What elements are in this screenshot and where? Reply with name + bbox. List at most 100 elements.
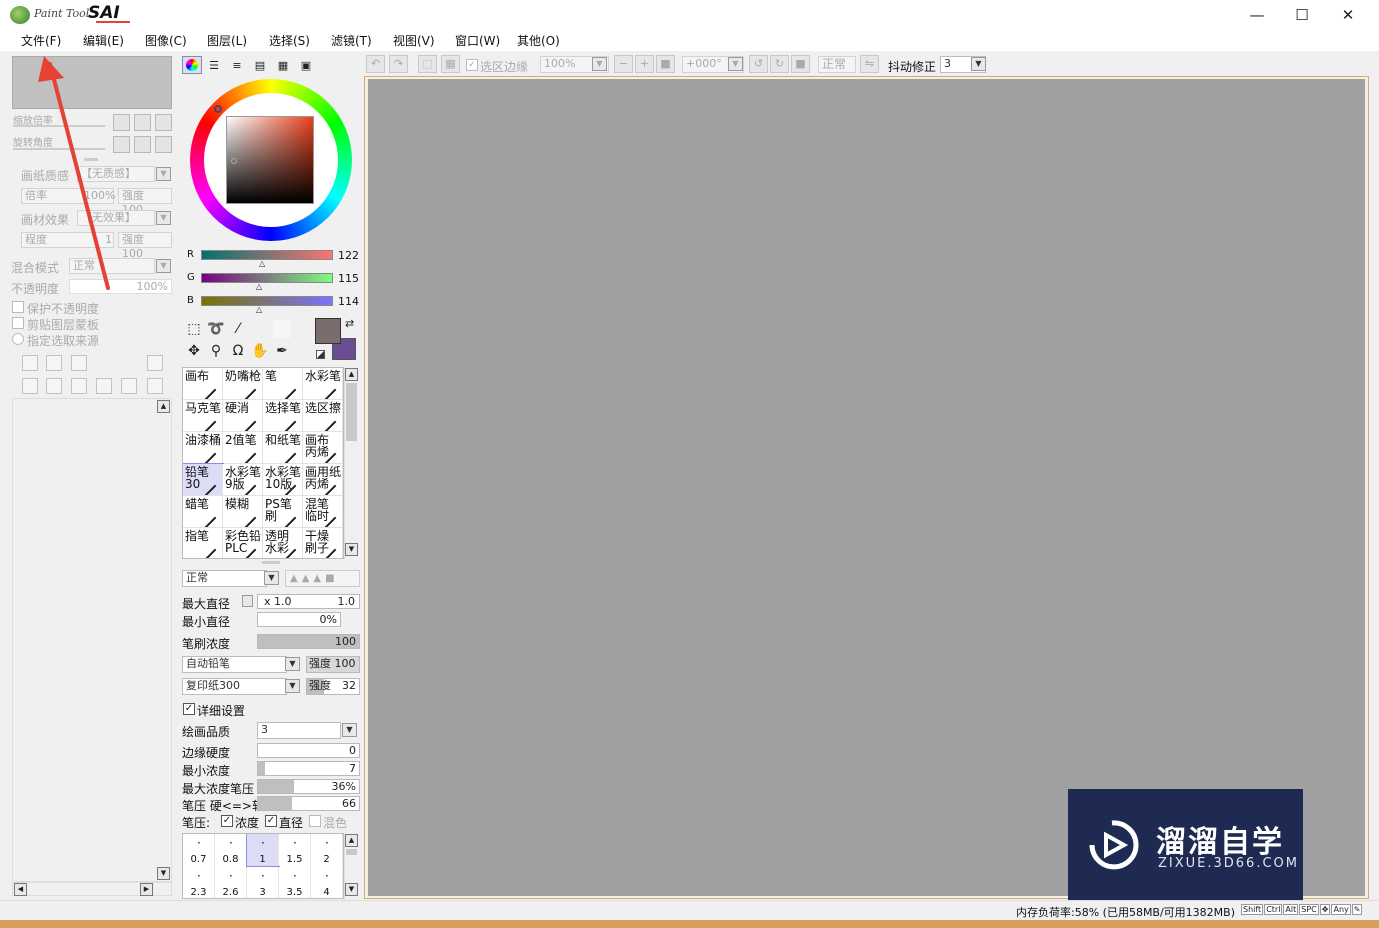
brush-size-0-3[interactable]: 1.5 [279,834,311,866]
chevron-down-icon[interactable]: ▼ [264,571,279,585]
brush-size-0-4[interactable]: 2 [311,834,343,866]
swap-colors-icon[interactable]: ⇄ [345,317,354,330]
palette-grid-icon[interactable]: ▦ [274,57,292,75]
brush-size-1-0[interactable]: 2.3 [183,867,215,898]
reset-colors-icon[interactable] [316,350,325,359]
rotate-reset-icon[interactable]: ■ [791,55,810,73]
swatch-bar-icon[interactable]: ▤ [251,57,269,75]
brush-blend-select[interactable]: 正常 [182,570,267,587]
layer-mask-icon[interactable] [147,355,163,371]
chevron-down-icon[interactable]: ▼ [971,57,986,71]
chevron-down-icon[interactable]: ▼ [728,57,743,71]
deselect-icon[interactable]: ⬚ [418,55,437,73]
redo-icon[interactable]: ↷ [389,55,408,73]
brush-size-0-2[interactable]: 1 [246,834,280,867]
foreground-color-swatch[interactable] [315,318,341,344]
zoom-reset-button[interactable] [155,114,172,131]
min-diameter-slider[interactable]: 0% [257,612,341,627]
scroll-up-icon[interactable]: ▲ [345,368,358,381]
scroll-up-icon[interactable]: ▲ [157,400,170,413]
detail-settings-checkbox[interactable]: ✓ [183,703,195,715]
selection-edge-checkbox[interactable]: ✓ [466,59,478,71]
zoom-icon[interactable]: ⚲ [207,342,225,360]
menu-other[interactable]: 其他(O) [517,32,560,49]
brush-size-0-0[interactable]: 0.7 [183,834,215,866]
delete-layer-icon[interactable] [96,378,112,394]
invert-selection-icon[interactable]: ▦ [441,55,460,73]
rgb-sliders-icon[interactable]: ☰ [205,57,223,75]
menu-edit[interactable]: 编辑(E) [83,32,124,49]
quality-select[interactable]: 3 [257,722,341,739]
tool-1-1[interactable]: 硬消 [223,400,263,432]
protect-opacity-checkbox[interactable] [12,301,24,313]
tool-3-0[interactable]: 铅笔30 [183,463,224,497]
chevron-down-icon[interactable]: ▼ [342,723,357,737]
zoom-fit-icon[interactable]: ■ [656,55,675,73]
tool-3-1[interactable]: 水彩笔 9版 [223,464,263,496]
tool-0-1[interactable]: 奶嘴枪 [223,368,263,400]
tool-5-3[interactable]: 干燥 刷子 [303,528,343,558]
edge-hardness-slider[interactable]: 0 [257,743,360,758]
menu-view[interactable]: 视图(V) [393,32,435,49]
tool-5-0[interactable]: 指笔 [183,528,223,558]
scroll-thumb[interactable] [346,849,357,855]
chevron-down-icon[interactable]: ▼ [285,657,300,671]
hsv-sliders-icon[interactable]: ≡ [228,57,246,75]
max-diameter-slider[interactable]: x 1.0 1.0 [257,594,360,609]
rotate-reset-button[interactable] [155,136,172,153]
menu-select[interactable]: 选择(S) [269,32,310,49]
new-pen-layer-icon[interactable] [46,355,62,371]
shape-strength-slider[interactable]: 强度 100 [306,656,360,673]
strength-field[interactable]: 强度 100 [118,188,172,216]
eyedropper-icon[interactable]: ✒ [273,342,291,360]
menu-window[interactable]: 窗口(W) [455,32,500,49]
panel-splitter[interactable] [262,561,280,564]
brush-texture-select[interactable]: 复印纸300 [182,678,287,695]
chevron-down-icon[interactable]: ▼ [156,211,171,225]
pressure-softness-slider[interactable]: 66 [257,796,360,811]
tool-3-3[interactable]: 画用纸 丙烯 [303,464,343,496]
brush-shape-select[interactable]: 自动铅笔 [182,656,287,673]
tool-4-0[interactable]: 蜡笔 [183,496,223,528]
tool-1-2[interactable]: 选择笔 [263,400,303,432]
selection-source-radio[interactable] [12,333,24,345]
scroll-left-icon[interactable]: ◀ [14,883,27,896]
maximize-button[interactable]: ☐ [1287,4,1317,26]
zoom-in-button[interactable] [134,114,151,131]
min-density-slider[interactable]: 7 [257,761,360,776]
zoom-plus-icon[interactable]: + [635,55,654,73]
close-button[interactable]: ✕ [1333,4,1363,26]
copy-layer-icon[interactable] [22,378,38,394]
lasso-icon[interactable]: ➰ [207,320,225,338]
menu-file[interactable]: 文件(F) [21,32,61,49]
texture-strength-slider[interactable]: 强度 32 [306,678,360,695]
merge-down-icon[interactable] [46,378,62,394]
move-icon[interactable]: ✥ [185,342,203,360]
scroll-up-icon[interactable]: ▲ [345,834,358,847]
tool-1-0[interactable]: 马克笔 [183,400,223,432]
max-density-pressure-slider[interactable]: 36% [257,779,360,794]
rect-select-icon[interactable]: ⬚ [185,320,203,338]
tool-grid-scrollbar[interactable]: ▲ ▼ [344,367,359,559]
zoom-minus-icon[interactable]: − [614,55,633,73]
tool-2-3[interactable]: 画布 丙烯 [303,432,343,464]
clear-layer-icon[interactable] [71,378,87,394]
tool-2-0[interactable]: 油漆桶 [183,432,223,464]
g-slider-thumb[interactable]: △ [256,282,262,291]
canvas-area[interactable] [368,79,1365,896]
brush-size-1-2[interactable]: 3 [247,867,279,898]
brush-size-0-1[interactable]: 0.8 [215,834,247,866]
r-slider-thumb[interactable]: △ [259,259,265,268]
tool-1-3[interactable]: 选区擦 [303,400,343,432]
undo-icon[interactable]: ↶ [366,55,385,73]
tool-5-2[interactable]: 透明 水彩 [263,528,303,558]
chevron-down-icon[interactable]: ▼ [156,167,171,181]
pressure-diameter-checkbox[interactable]: ✓ [265,815,277,827]
rotate-cw-icon[interactable]: ↻ [770,55,789,73]
scroll-down-icon[interactable]: ▼ [157,867,170,880]
b-slider[interactable] [201,296,333,306]
g-slider[interactable] [201,273,333,283]
tool-0-2[interactable]: 笔 [263,368,303,400]
menu-filter[interactable]: 滤镜(T) [331,32,372,49]
tool-0-0[interactable]: 画布 [183,368,223,400]
